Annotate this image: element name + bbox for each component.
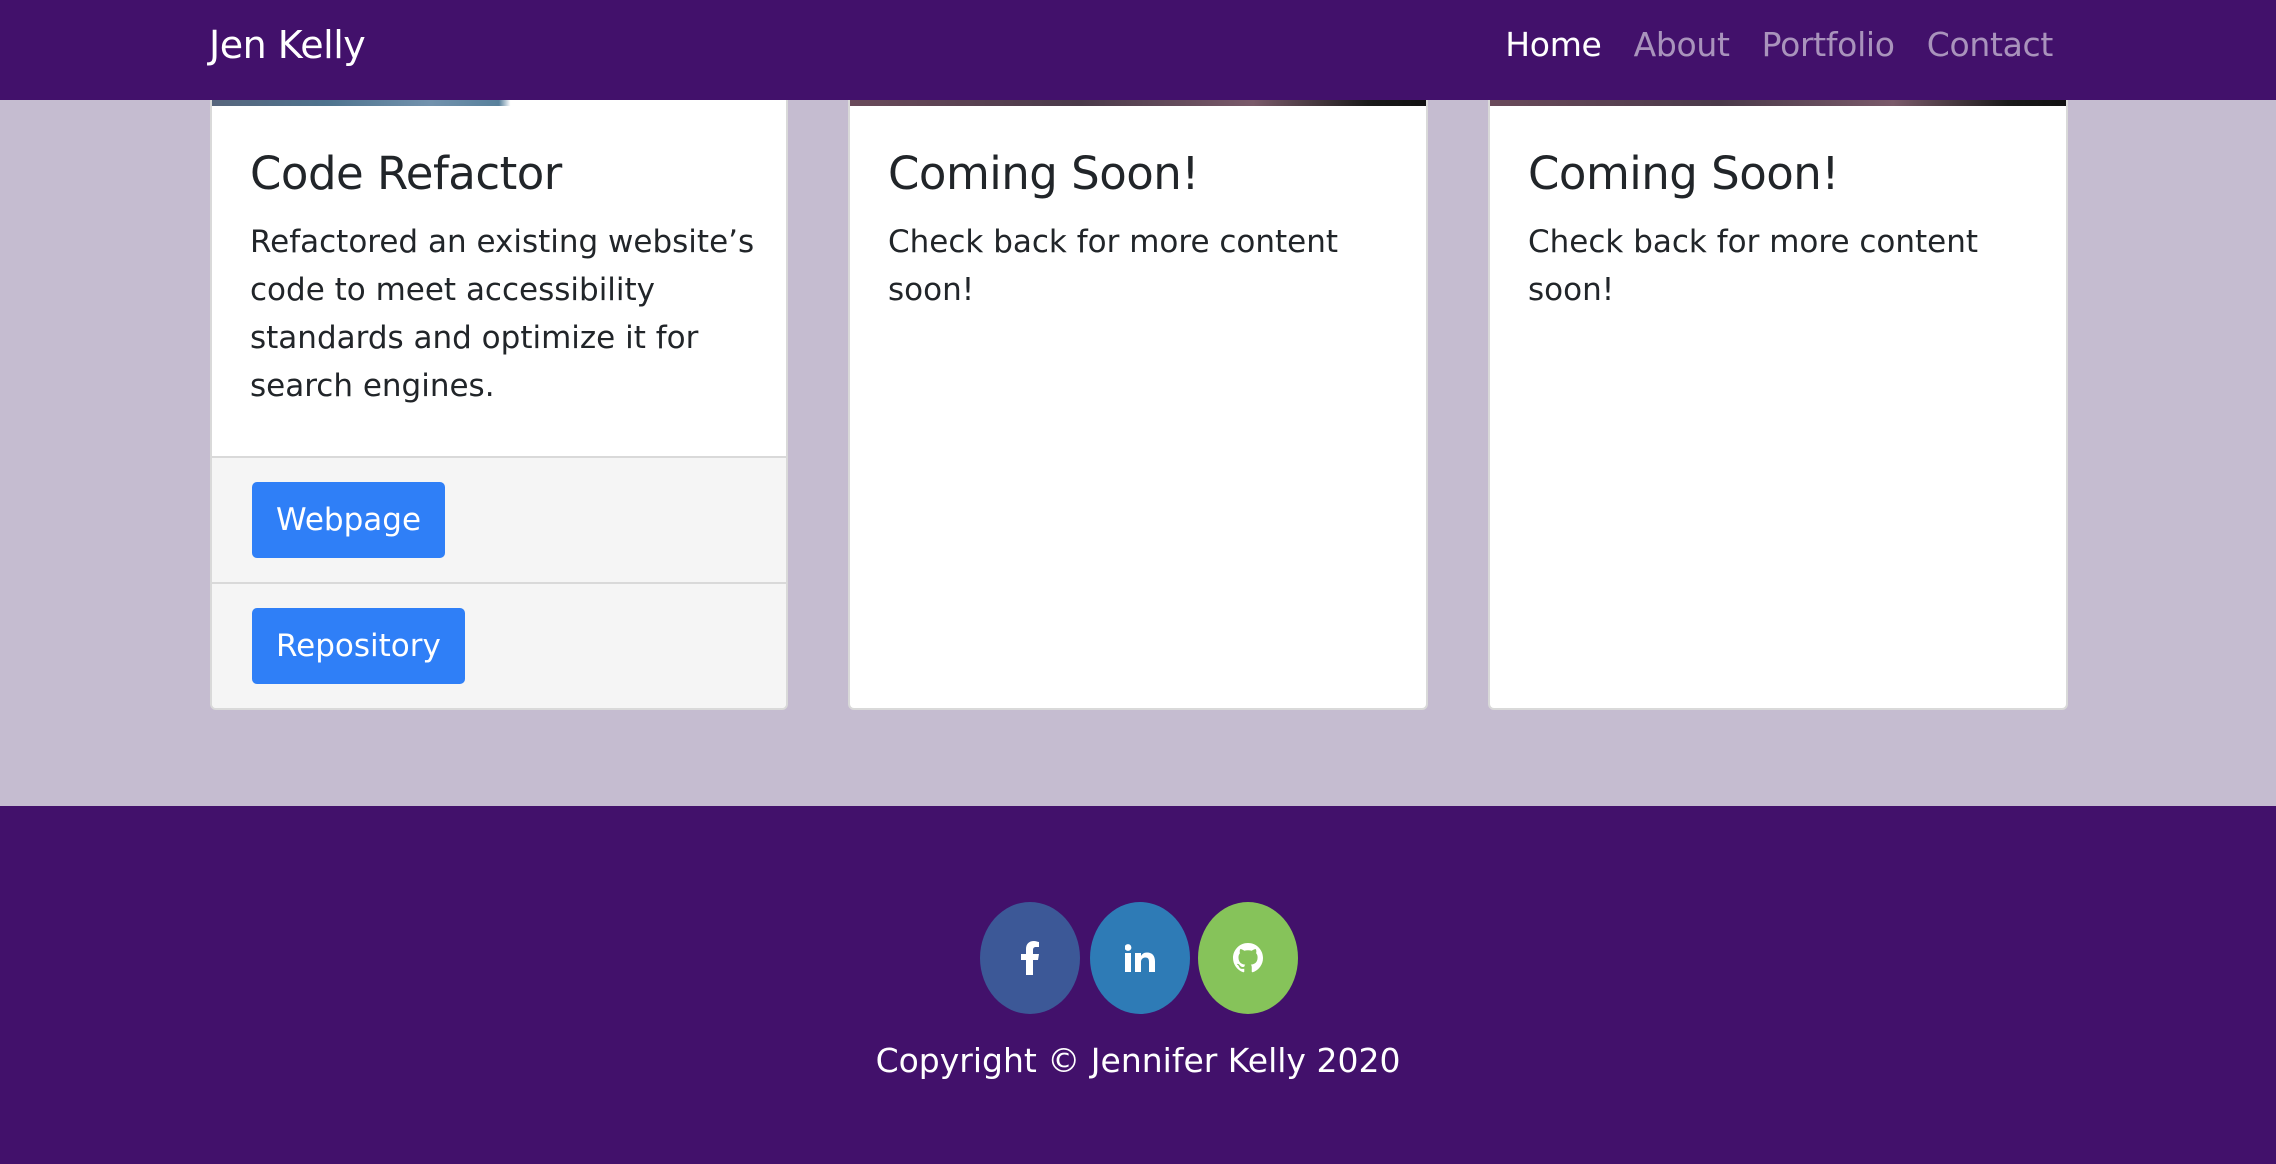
card-body: Coming Soon! Check back for more content… <box>1528 144 2036 314</box>
linkedin-button[interactable] <box>1090 902 1190 1014</box>
navbar: Jen Kelly Home About Portfolio Contact <box>0 0 2276 100</box>
facebook-icon <box>1021 941 1039 975</box>
nav-link-home[interactable]: Home <box>1505 20 1602 70</box>
card-text: Check back for more content soon! <box>888 224 1339 308</box>
card-title: Code Refactor <box>250 147 562 200</box>
nav-links: Home About Portfolio Contact <box>1473 20 2053 70</box>
card-body: Coming Soon! Check back for more content… <box>888 144 1396 314</box>
card-list-item-repository: Repository <box>212 582 786 708</box>
copyright-text: Copyright © Jennifer Kelly 2020 <box>875 1041 1401 1080</box>
nav-link-about[interactable]: About <box>1634 20 1730 70</box>
webpage-button[interactable]: Webpage <box>252 482 446 558</box>
card-body: Code Refactor Refactored an existing web… <box>250 144 756 410</box>
project-card-code-refactor: Code Refactor Refactored an existing web… <box>210 86 788 710</box>
github-button[interactable] <box>1198 902 1298 1014</box>
card-title: Coming Soon! <box>1528 147 1839 200</box>
card-text: Check back for more content soon! <box>1528 224 1979 308</box>
card-list-item-webpage: Webpage <box>212 456 786 582</box>
brand-link[interactable]: Jen Kelly <box>209 20 366 70</box>
nav-link-contact[interactable]: Contact <box>1927 20 2054 70</box>
nav-link-portfolio[interactable]: Portfolio <box>1762 20 1895 70</box>
project-card-coming-soon-2: Coming Soon! Check back for more content… <box>1488 86 2068 710</box>
project-card-coming-soon-1: Coming Soon! Check back for more content… <box>848 86 1428 710</box>
footer: Copyright © Jennifer Kelly 2020 <box>0 806 2276 1164</box>
card-text: Refactored an existing website’s code to… <box>250 224 755 404</box>
linkedin-icon <box>1125 944 1155 972</box>
card-title: Coming Soon! <box>888 147 1199 200</box>
repository-button[interactable]: Repository <box>252 608 465 684</box>
facebook-button[interactable] <box>980 902 1080 1014</box>
github-icon <box>1233 943 1263 973</box>
